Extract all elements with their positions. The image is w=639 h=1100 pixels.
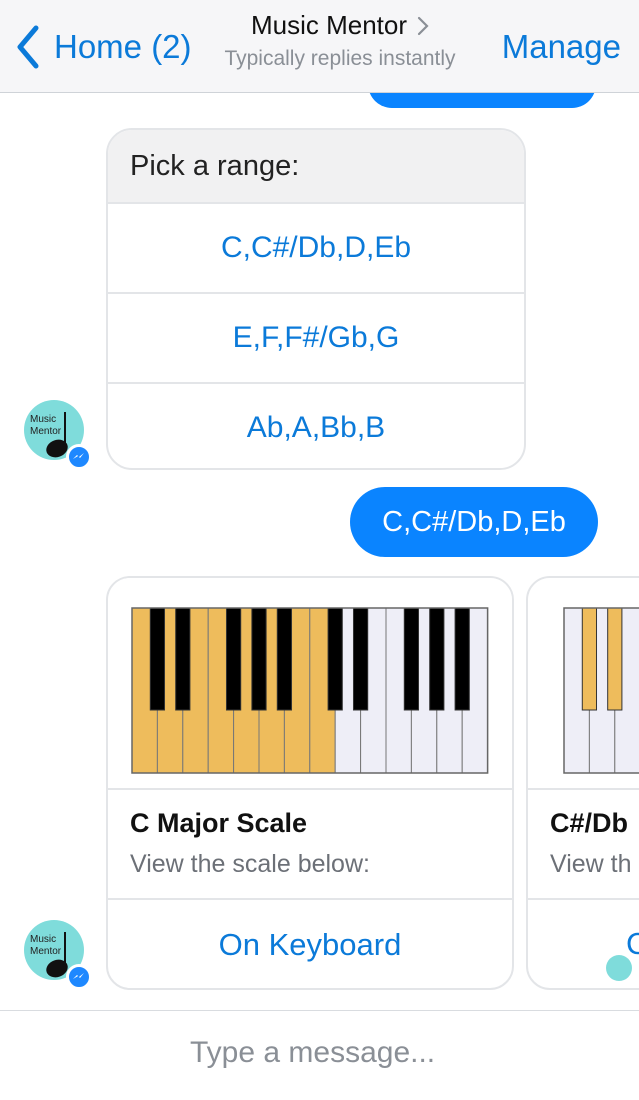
- chevron-left-icon: [17, 25, 39, 69]
- keyboard-image: [528, 578, 639, 790]
- black-key: [175, 607, 191, 711]
- messenger-badge-icon: [66, 964, 92, 990]
- avatar-text: Music Mentor: [30, 934, 62, 957]
- quick-reply-prompt: Pick a range:: [108, 130, 524, 204]
- avatar-text: Music Mentor: [30, 414, 62, 437]
- on-keyboard-button[interactable]: On Keyboard: [108, 898, 512, 988]
- black-key: [225, 607, 242, 711]
- black-key: [429, 607, 445, 711]
- quick-reply-card: Pick a range: C,C#/Db,D,Eb E,F,F#/Gb,G A…: [106, 128, 526, 470]
- conversation-header: Home (2) Music Mentor Typically replies …: [0, 0, 639, 93]
- carousel-card: C#/Db View th C: [526, 576, 639, 990]
- conversation-title[interactable]: Music Mentor Typically replies instantly: [200, 10, 480, 71]
- black-key: [352, 607, 369, 711]
- back-label: Home (2): [54, 28, 192, 65]
- outgoing-message: C,C#/Db,D,Eb: [350, 487, 598, 557]
- black-key: [149, 607, 166, 711]
- black-key: [327, 607, 343, 711]
- quick-reply-option[interactable]: Ab,A,Bb,B: [108, 384, 524, 468]
- avatar: [606, 955, 632, 981]
- message-composer: Type a message...: [0, 1010, 639, 1100]
- back-button[interactable]: Home (2): [14, 22, 192, 72]
- messenger-badge-icon: [66, 444, 92, 470]
- black-key: [581, 607, 598, 711]
- black-key: [403, 607, 420, 711]
- card-subtitle: View the scale below:: [130, 850, 370, 878]
- keyboard-image: [108, 578, 512, 790]
- card-subtitle: View th: [550, 850, 632, 878]
- carousel-card: C Major Scale View the scale below: On K…: [106, 576, 514, 990]
- black-key: [251, 607, 267, 711]
- status-subtitle: Typically replies instantly: [224, 47, 456, 70]
- black-key: [276, 607, 293, 711]
- card-title: C#/Db: [550, 808, 629, 838]
- avatar[interactable]: Music Mentor: [24, 920, 92, 990]
- card-title: C Major Scale: [130, 808, 308, 838]
- manage-button[interactable]: Manage: [502, 28, 621, 66]
- quick-reply-option[interactable]: E,F,F#/Gb,G: [108, 294, 524, 384]
- black-key: [454, 607, 470, 711]
- chevron-right-icon: [417, 16, 429, 35]
- avatar[interactable]: Music Mentor: [24, 400, 92, 470]
- page-title: Music Mentor: [250, 10, 408, 40]
- message-input[interactable]: Type a message...: [190, 1036, 435, 1070]
- quick-reply-option[interactable]: C,C#/Db,D,Eb: [108, 204, 524, 294]
- black-key: [607, 607, 623, 711]
